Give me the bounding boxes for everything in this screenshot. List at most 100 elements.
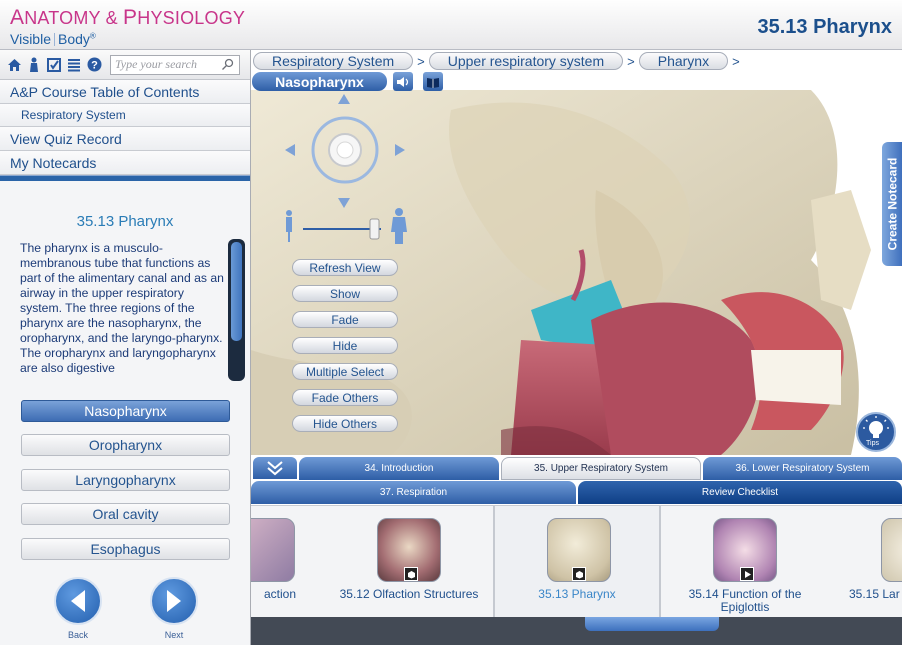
breadcrumb-separator: > [732,53,740,69]
multiple-select-button[interactable]: Multiple Select [292,363,398,380]
sidebar-divider [0,175,250,181]
fade-button[interactable]: Fade [292,311,398,328]
breadcrumb-pharynx[interactable]: Pharynx [638,52,729,70]
arrow-up-icon [338,94,350,104]
region-button-nasopharynx[interactable]: Nasopharynx [21,400,230,422]
logo-text: & [100,8,124,28]
breadcrumb-separator: > [627,53,635,69]
description-scrollbar[interactable] [228,239,245,381]
thumbnail-label: 35.14 Function of the Epiglottis [688,587,802,614]
arrow-left-icon [285,144,295,156]
thumbnail-item-selected[interactable]: 35.13 Pharynx [493,506,661,617]
double-chevron-down-icon [267,461,283,476]
svg-text:?: ? [91,60,98,72]
thumbnail-label: 35.12 Olfaction Structures [339,587,479,601]
tab-chapter-36[interactable]: 36. Lower Respiratory System [703,457,902,480]
create-notecard-label: Create Notecard [885,157,900,251]
thumbnail-item[interactable]: 35.15 Lar [841,506,902,617]
thumbnail-label: 35.13 Pharynx [538,587,616,601]
region-button-oral-cavity[interactable]: Oral cavity [21,503,230,525]
back-label: Back [67,630,88,640]
collapse-button[interactable] [253,457,297,479]
breadcrumb-upper-respiratory[interactable]: Upper respiratory system [428,52,624,70]
list-icon[interactable] [66,57,82,73]
help-icon[interactable]: ? [86,57,102,73]
thumbnail-label: 35.15 Lar [849,587,900,601]
scrollbar-thumb[interactable] [231,242,242,341]
sidebar-toolbar: ? [0,50,250,80]
tab-chapter-37[interactable]: 37. Respiration [251,481,576,504]
app-logo: ANATOMY & PHYSIOLOGY Visible Body® [10,6,245,47]
strip-scroll-bar[interactable] [251,617,902,645]
chapter-tabs: 34. Introduction 35. Upper Respiratory S… [251,455,902,505]
arrow-down-icon [338,198,350,208]
model-3d-icon [572,567,586,581]
arrow-right-icon [167,590,181,612]
breadcrumb-respiratory-system[interactable]: Respiratory System [253,52,414,70]
page-title: 35.13 Pharynx [757,16,892,38]
thumbnail-item[interactable]: action [251,506,301,617]
logo-subtext: Visible [10,31,51,47]
lesson-thumbnail-strip[interactable]: action 35.12 Olfaction Structures 35.13 … [251,505,902,617]
tips-label: Tips [866,440,879,447]
fade-others-button[interactable]: Fade Others [292,389,398,406]
search-box [110,54,240,75]
breadcrumb-separator: > [417,53,425,69]
description-text: The pharynx is a musculo-membranous tube… [20,241,224,375]
audio-button[interactable] [393,72,413,91]
arrow-right-icon [395,144,405,156]
zoom-slider[interactable] [281,208,411,244]
home-icon[interactable] [6,57,22,73]
region-button-laryngopharynx[interactable]: Laryngopharynx [21,469,230,491]
tab-chapter-34[interactable]: 34. Introduction [299,457,499,480]
arrow-left-icon [71,590,85,612]
logo-text: A [10,6,25,29]
video-icon [740,567,754,581]
model-viewer[interactable]: Respiratory System > Upper respiratory s… [251,50,902,455]
next-button[interactable] [150,577,198,625]
menu-item-notecards[interactable]: My Notecards [0,151,250,175]
speaker-icon [397,76,409,87]
logo-text: P [123,6,138,29]
breadcrumb: Respiratory System > Upper respiratory s… [251,50,902,72]
large-figure-icon [391,208,407,244]
back-button[interactable] [54,577,102,625]
small-figure-icon [286,210,292,242]
region-button-oropharynx[interactable]: Oropharynx [21,434,230,456]
hide-others-button[interactable]: Hide Others [292,415,398,432]
thumbnail-image [251,518,295,582]
refresh-view-button[interactable]: Refresh View [292,259,398,276]
selected-structure-label[interactable]: Nasopharynx [252,72,387,91]
show-button[interactable]: Show [292,285,398,302]
thumbnail-item[interactable]: 35.12 Olfaction Structures [327,506,491,617]
checklist-icon[interactable] [46,57,62,73]
tab-chapter-35[interactable]: 35. Upper Respiratory System [501,457,701,480]
logo-subtext: Body [58,31,90,47]
search-icon[interactable] [221,58,234,71]
menu-item-quiz-record[interactable]: View Quiz Record [0,127,250,151]
rotate-control[interactable] [281,90,411,215]
model-3d-icon [404,567,418,581]
strip-scroll-thumb[interactable] [585,617,719,631]
logo-reg-mark: ® [89,31,96,41]
person-icon[interactable] [26,57,42,73]
book-button[interactable] [423,72,443,91]
region-button-esophagus[interactable]: Esophagus [21,538,230,560]
book-icon [427,77,439,88]
menu-item-respiratory-system[interactable]: Respiratory System [0,104,250,127]
tab-review-checklist[interactable]: Review Checklist [578,481,902,504]
next-label: Next [164,630,184,640]
thumbnail-label: action [263,587,296,601]
menu-item-table-of-contents[interactable]: A&P Course Table of Contents [0,80,250,104]
logo-text: HYSIOLOGY [137,8,246,28]
create-notecard-button[interactable]: Create Notecard [882,142,902,266]
logo-text: NATOMY [24,8,101,28]
thumbnail-image [881,518,902,582]
app-header: ANATOMY & PHYSIOLOGY Visible Body® 35.13 … [0,0,902,50]
description-title: 35.13 Pharynx [76,213,174,230]
search-input[interactable] [111,55,221,74]
sidebar: ? A&P Course Table of Contents Respirato… [0,50,251,645]
description-panel: 35.13 Pharynx The pharynx is a musculo-m… [0,191,250,401]
thumbnail-item[interactable]: 35.14 Function of the Epiglottis [663,506,827,617]
hide-button[interactable]: Hide [292,337,398,354]
